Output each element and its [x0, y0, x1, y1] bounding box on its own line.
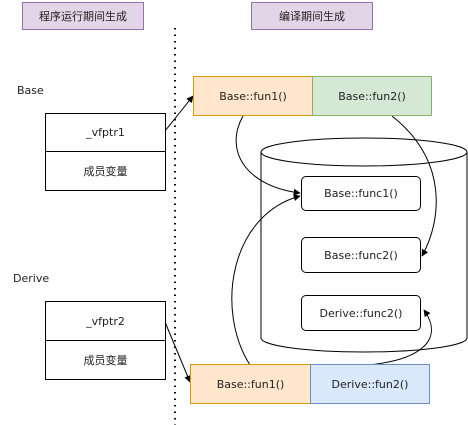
base-vtable-slot1: Base::fun1() — [193, 76, 313, 116]
derive-vtable-slot1: Base::fun1() — [190, 364, 311, 404]
arrow-vfptr1 — [164, 95, 194, 132]
base-members-cell: 成员变量 — [45, 151, 166, 191]
func-derive-func2: Derive::func2() — [301, 295, 421, 331]
derive-class-label: Derive — [13, 272, 50, 285]
derive-vfptr-cell: _vfptr2 — [45, 301, 166, 341]
base-vtable-slot2: Base::fun2() — [312, 76, 432, 116]
base-vfptr-cell: _vfptr1 — [45, 113, 166, 152]
arrow-vfptr2 — [164, 321, 191, 383]
base-class-label: Base — [17, 84, 44, 97]
derive-members-cell: 成员变量 — [45, 340, 166, 380]
func-base-func1: Base::func1() — [301, 176, 421, 211]
func-base-func2: Base::func2() — [301, 237, 421, 273]
derive-vtable-slot2: Derive::fun2() — [310, 364, 430, 404]
